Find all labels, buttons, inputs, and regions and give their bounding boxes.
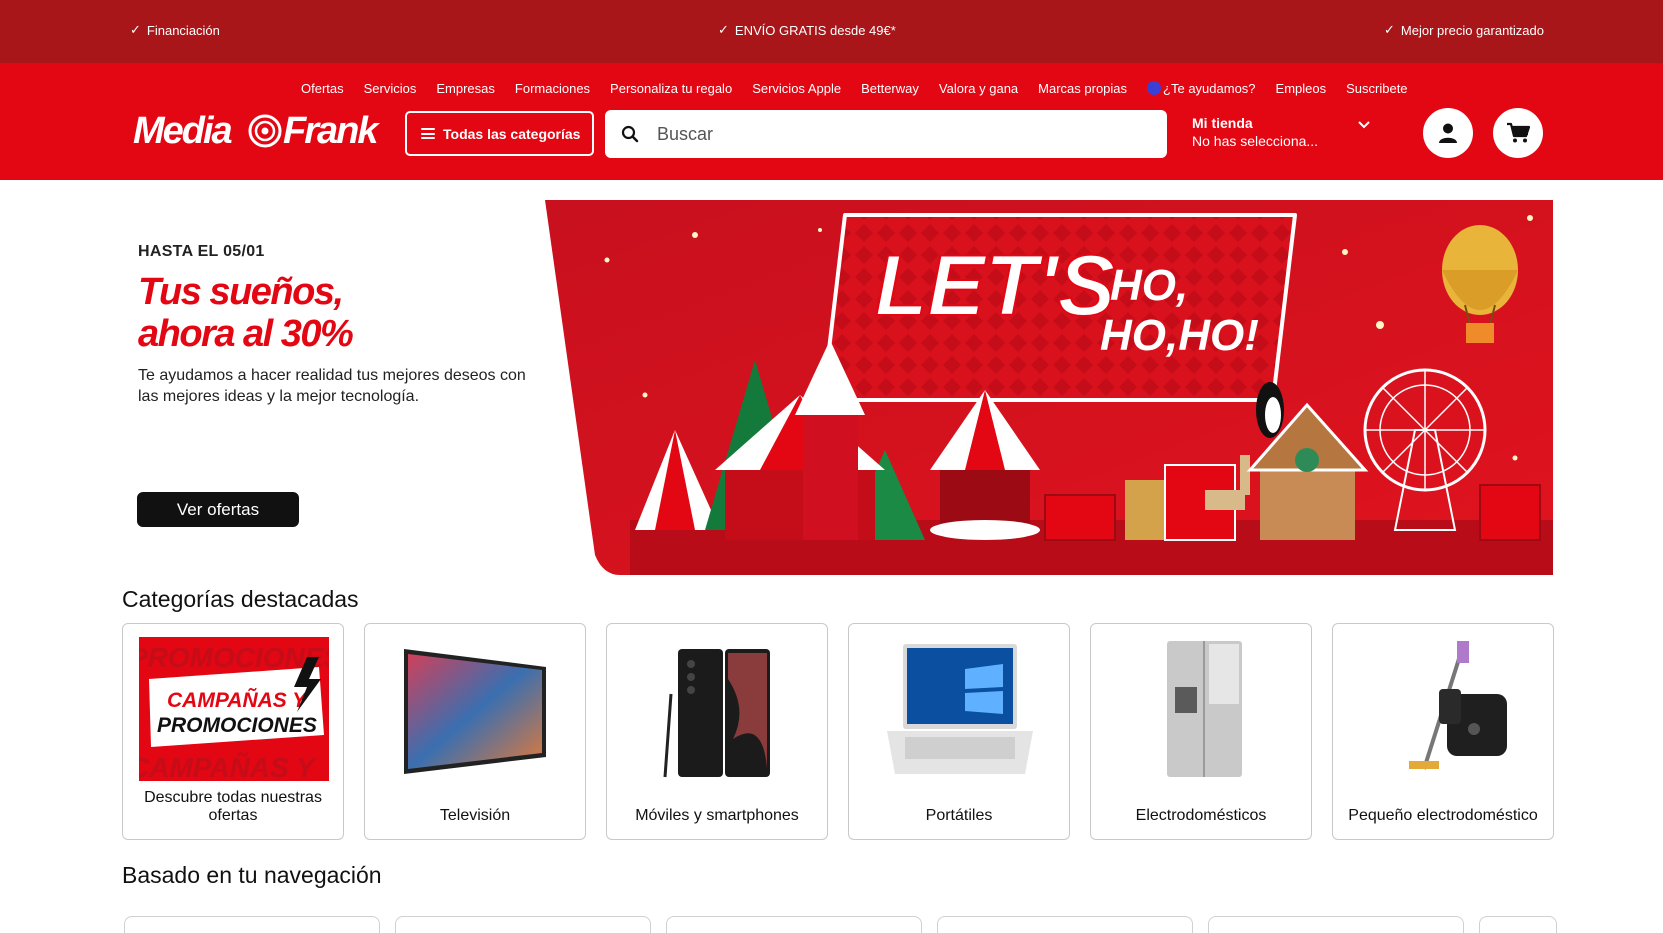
product-card[interactable] bbox=[395, 916, 651, 933]
cart-button[interactable] bbox=[1493, 108, 1543, 158]
nav-item-empresas[interactable]: Empresas bbox=[436, 81, 495, 96]
my-store-selector[interactable]: Mi tienda No has selecciona... bbox=[1192, 115, 1382, 155]
category-label: Pequeño electrodoméstico bbox=[1348, 807, 1538, 824]
promo-image-line2: PROMOCIONES bbox=[157, 714, 317, 737]
tv-image bbox=[379, 636, 573, 782]
category-label: Portátiles bbox=[925, 807, 993, 824]
category-card-small-appliances[interactable]: Pequeño electrodoméstico bbox=[1332, 623, 1554, 840]
category-card-smartphones[interactable]: Móviles y smartphones bbox=[606, 623, 828, 840]
category-card-promotions[interactable]: PROMOCIONES CAMPAÑAS Y CAMPAÑAS Y PROMOC… bbox=[122, 623, 344, 840]
search-bar bbox=[605, 110, 1167, 158]
promo-best-price[interactable]: ✓ Mejor precio garantizado bbox=[1384, 22, 1544, 38]
nav-item-servicios-apple[interactable]: Servicios Apple bbox=[752, 81, 841, 96]
nav-item-formaciones[interactable]: Formaciones bbox=[515, 81, 590, 96]
category-label: Televisión bbox=[439, 807, 511, 824]
help-icon bbox=[1147, 81, 1162, 95]
search-input[interactable] bbox=[657, 123, 1137, 145]
nav-item-betterway[interactable]: Betterway bbox=[861, 81, 919, 96]
browsing-recommendations bbox=[124, 916, 1557, 933]
nav-item-servicios[interactable]: Servicios bbox=[364, 81, 417, 96]
user-icon bbox=[1439, 123, 1457, 143]
check-icon: ✓ bbox=[1384, 22, 1395, 37]
check-icon: ✓ bbox=[718, 22, 729, 37]
category-card-tv[interactable]: Televisión bbox=[364, 623, 586, 840]
check-icon: ✓ bbox=[130, 22, 141, 37]
banner-ho-text: HO, bbox=[1110, 261, 1188, 310]
site-logo[interactable]: Media Frank bbox=[133, 110, 388, 152]
promo-financing[interactable]: ✓ Financiación bbox=[130, 22, 220, 38]
hero-date: HASTA EL 05/01 bbox=[138, 243, 265, 260]
promo-financing-label: Financiación bbox=[146, 22, 220, 38]
nav-item-marcas-propias[interactable]: Marcas propias bbox=[1038, 81, 1127, 96]
browsing-title: Basado en tu navegación bbox=[122, 862, 382, 888]
nav-item-te-ayudamos-label: ¿Te ayudamos? bbox=[1163, 81, 1256, 96]
featured-categories-list: PROMOCIONES CAMPAÑAS Y CAMPAÑAS Y PROMOC… bbox=[122, 623, 1554, 840]
account-button[interactable] bbox=[1423, 108, 1473, 158]
small-appliance-image bbox=[1347, 636, 1541, 782]
category-label: Móviles y smartphones bbox=[635, 807, 799, 824]
promo-best-price-label: Mejor precio garantizado bbox=[1400, 22, 1544, 38]
product-card[interactable] bbox=[1479, 916, 1557, 933]
all-categories-button[interactable]: Todas las categorías bbox=[405, 111, 594, 156]
promo-image-line1: CAMPAÑAS Y bbox=[167, 689, 308, 712]
svg-text:CAMPAÑAS Y: CAMPAÑAS Y bbox=[139, 752, 317, 781]
top-navigation: Ofertas Servicios Empresas Formaciones P… bbox=[301, 81, 1408, 96]
hero-title-line1: Tus sueños, bbox=[138, 271, 344, 313]
view-offers-button[interactable]: Ver ofertas bbox=[137, 492, 299, 527]
product-card[interactable] bbox=[124, 916, 380, 933]
svg-text:Frank: Frank bbox=[283, 111, 380, 151]
menu-icon bbox=[421, 128, 435, 139]
category-label: Electrodomésticos bbox=[1135, 807, 1267, 824]
product-card[interactable] bbox=[937, 916, 1193, 933]
laptop-image bbox=[863, 636, 1057, 782]
hero-copy: HASTA EL 05/01 Tus sueños, ahora al 30% … bbox=[138, 243, 538, 407]
nav-item-personaliza[interactable]: Personaliza tu regalo bbox=[610, 81, 732, 96]
nav-item-te-ayudamos[interactable]: ¿Te ayudamos? bbox=[1147, 81, 1256, 96]
hero-subtitle: Te ayudamos a hacer realidad tus mejores… bbox=[138, 367, 526, 405]
fridge-image bbox=[1105, 636, 1299, 782]
chevron-down-icon bbox=[1358, 121, 1370, 129]
category-card-laptops[interactable]: Portátiles bbox=[848, 623, 1070, 840]
site-header: Ofertas Servicios Empresas Formaciones P… bbox=[0, 63, 1663, 180]
nav-item-valora[interactable]: Valora y gana bbox=[939, 81, 1018, 96]
nav-item-ofertas[interactable]: Ofertas bbox=[301, 81, 344, 96]
cart-icon bbox=[1507, 122, 1530, 143]
promo-free-shipping[interactable]: ✓ ENVÍO GRATIS desde 49€* bbox=[718, 22, 896, 38]
hero-title-line2: ahora al 30% bbox=[138, 313, 354, 355]
promo-bar: ✓ Financiación ✓ ENVÍO GRATIS desde 49€*… bbox=[0, 0, 1663, 63]
product-card[interactable] bbox=[666, 916, 922, 933]
christmas-banner-image: LET'S HO, HO,HO! bbox=[545, 200, 1553, 575]
smartphone-image bbox=[621, 636, 815, 782]
banner-lets-text: LET'S bbox=[875, 238, 1115, 334]
nav-item-suscribete[interactable]: Suscribete bbox=[1346, 81, 1407, 96]
nav-item-empleos[interactable]: Empleos bbox=[1276, 81, 1327, 96]
category-card-appliances[interactable]: Electrodomésticos bbox=[1090, 623, 1312, 840]
search-icon[interactable] bbox=[621, 125, 639, 143]
hero-banner[interactable]: LET'S HO, HO,HO! bbox=[545, 200, 1553, 575]
category-label: Descubre todas nuestras ofertas bbox=[144, 789, 322, 824]
svg-text:Media: Media bbox=[133, 111, 233, 151]
promo-free-shipping-label: ENVÍO GRATIS desde 49€* bbox=[734, 22, 896, 38]
store-title: Mi tienda bbox=[1192, 115, 1253, 131]
campaigns-promo-image: PROMOCIONES CAMPAÑAS Y CAMPAÑAS Y PROMOC… bbox=[137, 636, 331, 782]
hero-title: Tus sueños, ahora al 30% bbox=[138, 271, 538, 355]
banner-hohoho-text: HO,HO! bbox=[1100, 311, 1259, 360]
featured-categories-title: Categorías destacadas bbox=[122, 586, 359, 612]
store-value: No has selecciona... bbox=[1192, 133, 1319, 149]
all-categories-label: Todas las categorías bbox=[443, 125, 581, 142]
product-card[interactable] bbox=[1208, 916, 1464, 933]
